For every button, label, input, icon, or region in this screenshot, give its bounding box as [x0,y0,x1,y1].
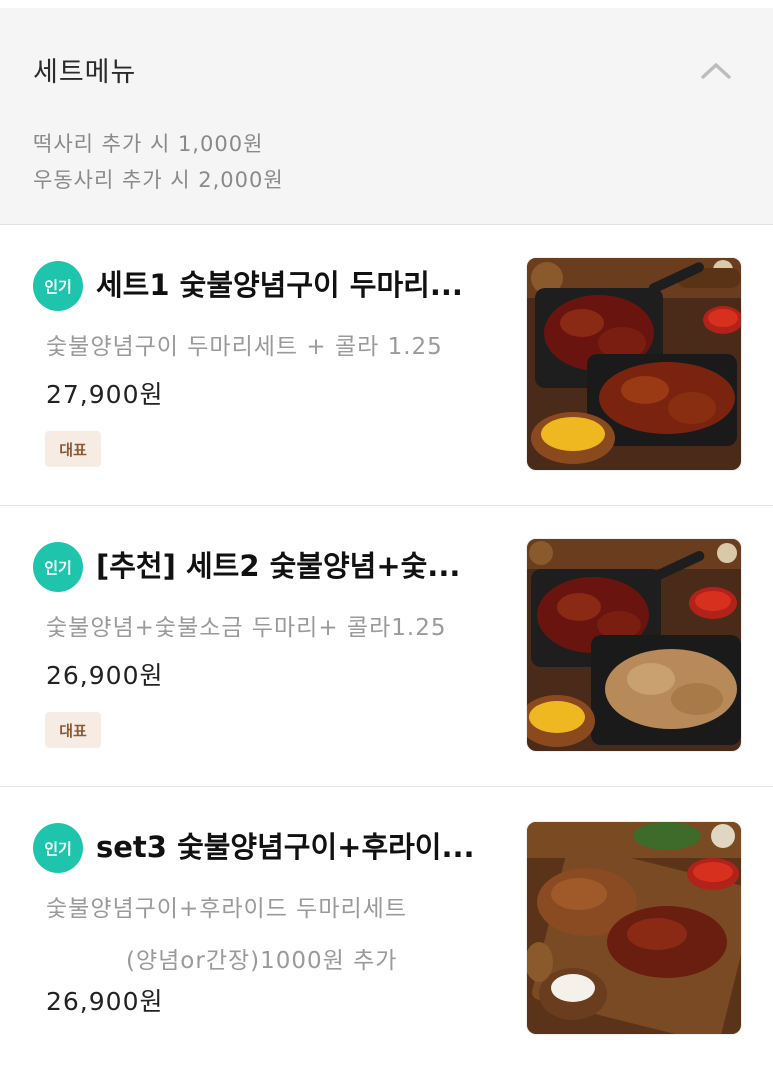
note-line: 떡사리 추가 시 1,000원 [33,132,264,156]
menu-item-name: 세트1 숯불양념구이 두마리... [96,268,463,302]
collapse-button[interactable] [690,48,742,92]
popular-badge: 인기 [33,823,83,873]
menu-item-photo [526,257,742,471]
menu-item-description-line: 숯불양념구이+후라이드 두마리세트 [46,896,407,922]
menu-item-description: 숯불양념구이 두마리세트 + 콜라 1.25 [46,321,506,373]
menu-item-description-line: 숯불양념구이 두마리세트 + 콜라 1.25 [46,334,443,360]
popular-badge: 인기 [33,261,83,311]
note-line: 우동사리 추가 시 2,000원 [33,168,284,192]
representative-badge: 대표 [45,712,101,748]
popular-badge: 인기 [33,542,83,592]
section-header: 세트메뉴 떡사리 추가 시 1,000원 우동사리 추가 시 2,000원 [0,8,773,225]
menu-item-name: [추천] 세트2 숯불양념+숯... [96,549,461,583]
menu-item-description-line: 숯불양념+숯불소금 두마리+ 콜라1.25 [46,615,447,641]
section-title: 세트메뉴 [33,57,137,88]
menu-item-price: 26,900원 [46,661,164,690]
menu-item-description: 숯불양념+숯불소금 두마리+ 콜라1.25 [46,602,506,654]
representative-badge: 대표 [45,431,101,467]
menu-item-description-line: (양념or간장)1000원 추가 [126,948,398,974]
chevron-up-icon [701,63,731,79]
top-strip [0,0,773,8]
section-notes: 떡사리 추가 시 1,000원 우동사리 추가 시 2,000원 [33,126,284,198]
menu-item-photo [526,821,742,1035]
menu-item[interactable]: 인기 set3 숯불양념구이+후라이... 숯불양념구이+후라이드 두마리세트 … [0,787,773,1078]
menu-item-price: 27,900원 [46,380,164,409]
menu-item[interactable]: 인기 [추천] 세트2 숯불양념+숯... 숯불양념+숯불소금 두마리+ 콜라1… [0,506,773,787]
menu-item-description: 숯불양념구이+후라이드 두마리세트 (양념or간장)1000원 추가 [46,883,506,987]
menu-item[interactable]: 인기 세트1 숯불양념구이 두마리... 숯불양념구이 두마리세트 + 콜라 1… [0,225,773,506]
menu-item-photo [526,538,742,752]
menu-item-name: set3 숯불양념구이+후라이... [96,830,475,864]
menu-item-price: 26,900원 [46,987,164,1016]
